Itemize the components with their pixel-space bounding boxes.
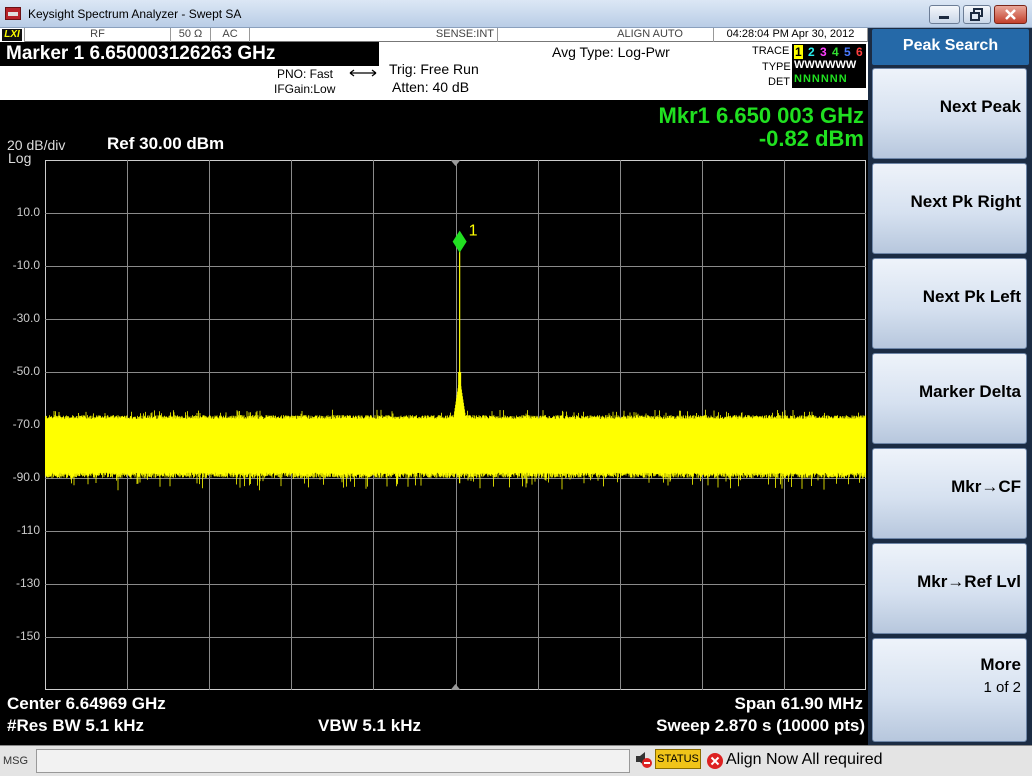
spectrum-plot[interactable]: 1 xyxy=(45,160,866,690)
rf-label: RF xyxy=(90,28,105,40)
softkey-menu-title: Peak Search xyxy=(872,29,1029,65)
message-box xyxy=(36,749,630,773)
trace-number-5: 5 xyxy=(844,45,851,59)
impedance-label: 50 Ω xyxy=(178,28,203,40)
rf-input: RF xyxy=(25,28,171,42)
coupling: AC xyxy=(211,28,250,42)
sense-label: SENSE:INT xyxy=(435,28,494,40)
span[interactable]: Span 61.90 MHz xyxy=(735,694,864,714)
y-tick-label: -30.0 xyxy=(12,311,40,325)
trace-det-values: NNNNNN xyxy=(794,73,848,85)
spectrum-analyzer-app: Keysight Spectrum Analyzer - Swept SA LX… xyxy=(0,0,1032,776)
speaker-muted-icon[interactable] xyxy=(633,749,653,769)
trace-indicator[interactable]: 1 2 3 4 5 6 WWWWWW NNNNNN xyxy=(792,44,866,88)
more-button[interactable]: More 1 of 2 xyxy=(872,638,1027,742)
sweep-time[interactable]: Sweep 2.870 s (10000 pts) xyxy=(656,716,865,736)
reference-level[interactable]: Ref 30.00 dBm xyxy=(107,134,224,154)
marker-readout[interactable]: Marker 1 6.650003126263 GHz xyxy=(0,42,379,66)
center-frequency[interactable]: Center 6.64969 GHz xyxy=(7,694,166,714)
datetime: 04:28:04 PM Apr 30, 2012 xyxy=(714,28,868,42)
next-peak-left-button[interactable]: Next Pk Left xyxy=(872,258,1027,349)
next-peak-button[interactable]: Next Peak xyxy=(872,68,1027,159)
avg-type: Avg Type: Log-Pwr xyxy=(552,44,670,60)
next-peak-right-button[interactable]: Next Pk Right xyxy=(872,163,1027,254)
restore-button[interactable] xyxy=(963,5,991,24)
pno-setting: PNO: Fast xyxy=(277,67,334,81)
datetime-label: 04:28:04 PM Apr 30, 2012 xyxy=(726,28,855,40)
y-tick-label: 10.0 xyxy=(16,205,40,219)
trace-type-values: WWWWWW xyxy=(794,59,857,71)
error-icon xyxy=(707,753,723,769)
softkey-label: Next Pk Right xyxy=(910,192,1021,211)
msg-label: MSG xyxy=(3,755,29,767)
trace-number-2: 2 xyxy=(808,45,815,59)
marker-to-cf-button[interactable]: Mkr→CF xyxy=(872,448,1027,539)
det-label: DET xyxy=(768,76,790,88)
trigger-setting: Trig: Free Run xyxy=(389,61,479,77)
arrow-icon xyxy=(349,69,377,77)
status-message: Align Now All required xyxy=(726,751,883,768)
align-status: ALIGN AUTO xyxy=(498,28,714,42)
softkey-label: Marker Delta xyxy=(918,382,1021,401)
window-title: Keysight Spectrum Analyzer - Swept SA xyxy=(28,7,242,21)
resolution-bandwidth[interactable]: #Res BW 5.1 kHz xyxy=(7,716,144,736)
softkey-label: Mkr→Ref Lvl xyxy=(917,572,1021,591)
coupling-label: AC xyxy=(222,28,238,40)
y-tick-label: -150 xyxy=(15,629,40,643)
marker-amplitude-readout: -0.82 dBm xyxy=(758,126,864,151)
y-tick-label: -130 xyxy=(15,576,40,590)
trace-number-4: 4 xyxy=(832,45,839,59)
trace-label: TRACE xyxy=(752,45,790,57)
sense: SENSE:INT xyxy=(250,28,498,42)
y-tick-label: -10.0 xyxy=(12,258,40,272)
softkey-sublabel: 1 of 2 xyxy=(983,679,1021,696)
lxi-indicator: LXI xyxy=(0,28,25,42)
ifgain-setting: IFGain:Low xyxy=(274,82,336,96)
close-button[interactable] xyxy=(994,5,1027,24)
type-label: TYPE xyxy=(762,61,791,73)
y-tick-label: -50.0 xyxy=(12,364,40,378)
trace-number-1: 1 xyxy=(794,45,803,59)
window-titlebar: Keysight Spectrum Analyzer - Swept SA xyxy=(0,0,1032,28)
lxi-label: LXI xyxy=(2,29,22,41)
status-strip: LXI RF 50 Ω AC SENSE:INT ALIGN AUTO 04:2… xyxy=(0,28,868,42)
minimize-button[interactable] xyxy=(929,5,960,24)
close-icon xyxy=(1005,9,1016,20)
softkey-label: Next Pk Left xyxy=(922,287,1021,306)
marker-to-ref-level-button[interactable]: Mkr→Ref Lvl xyxy=(872,543,1027,634)
align-label: ALIGN AUTO xyxy=(617,28,683,40)
minimize-icon xyxy=(939,16,949,19)
y-tick-label: -90.0 xyxy=(12,470,40,484)
log-scale-label: Log xyxy=(8,150,32,166)
trace-number-3: 3 xyxy=(820,45,827,59)
app-icon xyxy=(5,7,21,20)
softkey-label: More xyxy=(980,655,1021,674)
y-tick-label: -110 xyxy=(16,523,40,537)
y-tick-label: -70.0 xyxy=(12,417,40,431)
restore-icon xyxy=(970,8,983,21)
status-button[interactable]: STATUS xyxy=(655,749,701,769)
softkey-label: Next Peak xyxy=(939,97,1021,116)
trace-number-6: 6 xyxy=(856,45,863,59)
marker-delta-button[interactable]: Marker Delta xyxy=(872,353,1027,444)
video-bandwidth[interactable]: VBW 5.1 kHz xyxy=(318,716,421,736)
marker-1-label: 1 xyxy=(469,223,478,240)
atten-setting: Atten: 40 dB xyxy=(392,79,470,95)
softkey-label: Mkr→CF xyxy=(951,477,1021,496)
impedance: 50 Ω xyxy=(171,28,211,42)
message-bar: MSG STATUS Align Now All required xyxy=(0,745,1032,776)
